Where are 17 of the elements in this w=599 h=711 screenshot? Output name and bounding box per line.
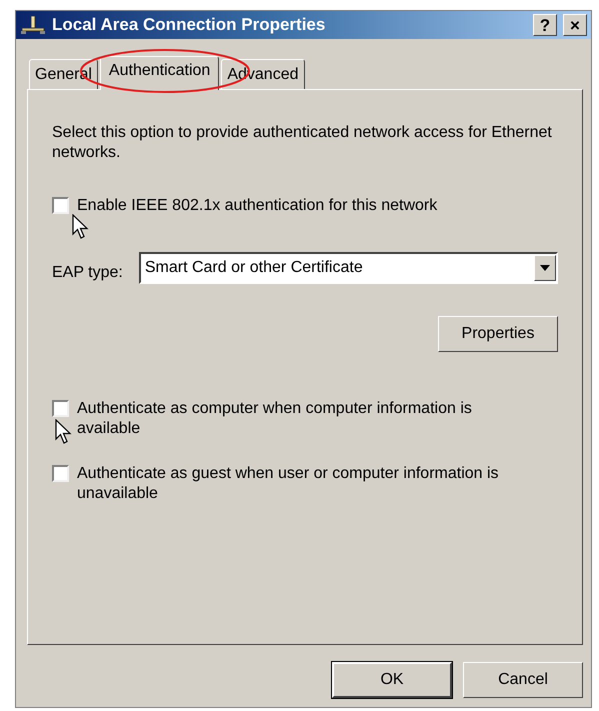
close-button[interactable]: × [563, 14, 587, 36]
description-text: Select this option to provide authenticated network access for Ethernet networks. [52, 123, 553, 163]
tab[interactable]: Authentication [100, 56, 220, 90]
ok-button[interactable]: OK [332, 662, 452, 698]
window-title: Local Area Connection Properties [52, 15, 326, 35]
cancel-button[interactable]: Cancel [463, 662, 583, 698]
eap-type-label: EAP type: [52, 263, 123, 282]
checkbox-label: Enable IEEE 802.1x authentication for this network [77, 196, 438, 216]
checkbox[interactable] [52, 465, 69, 482]
eap-type-dropdown[interactable]: Smart Card or other Certificate [138, 252, 558, 284]
checkbox-label: Authenticate as computer when computer information is available [77, 399, 473, 439]
checkbox[interactable] [52, 400, 69, 417]
network-icon [20, 15, 46, 35]
checkbox-label: Authenticate as guest when user or computer information is unavailable [77, 464, 500, 504]
properties-button[interactable]: Properties [438, 316, 558, 352]
checkbox[interactable] [52, 197, 69, 214]
help-button[interactable]: ? [533, 14, 557, 36]
